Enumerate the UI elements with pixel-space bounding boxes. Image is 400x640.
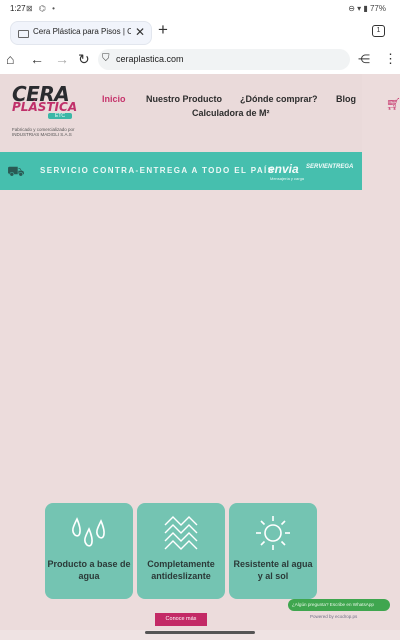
carrier-envia-logo: envia (268, 162, 299, 176)
nav-inicio[interactable]: Inicio (102, 94, 126, 104)
cart-icon[interactable]: 🛒︎ (386, 97, 400, 111)
whatsapp-powered-by: Powered by ecodrop.ps (310, 614, 358, 619)
carrier-envia-sub: Mensajería y carga (270, 176, 305, 181)
forward-icon[interactable]: → (55, 51, 69, 67)
gesture-bar[interactable] (145, 631, 255, 634)
feature-label: Resistente al agua y al sol (233, 559, 313, 581)
address-bar[interactable]: ⛉ ceraplastica.com (98, 49, 350, 70)
feature-label: Completamente antideslizante (147, 559, 215, 581)
feature-label: Producto a base de agua (47, 559, 131, 581)
whatsapp-chat-button[interactable]: ¿Algún pregunta? Escribe en WhatsApp (288, 599, 390, 611)
close-tab-icon[interactable]: ✕ (135, 25, 145, 39)
truck-icon: ⛟ (7, 163, 25, 179)
back-icon[interactable]: ← (30, 51, 44, 67)
logo-badge: ETC (48, 113, 72, 119)
tab-strip: Cera Plástica para Pisos | Colo ✕ + 1 (0, 18, 400, 46)
water-drops-icon (72, 517, 105, 547)
banner-text: SERVICIO CONTRA-ENTREGA A TODO EL PAÍS (40, 166, 275, 175)
feature-card-water: Producto a base de agua (45, 503, 133, 599)
status-indicators: ⊠ ⌬ • (26, 4, 57, 13)
status-time: 1:27 (10, 4, 26, 13)
status-bar: 1:27 ⊠ ⌬ • ⊖ ▾ ▮ 77% (0, 0, 400, 18)
grid-pattern-icon (164, 516, 198, 550)
logo-line2[interactable]: PLÁSTICA (12, 100, 77, 114)
conoce-mas-button[interactable]: Conoce más (155, 613, 207, 626)
logo-subtitle: Fabricado y comercializado por INDUSTRIA… (12, 127, 75, 137)
feature-card-sun: Resistente al agua y al sol (229, 503, 317, 599)
nav-calculadora[interactable]: Calculadora de M² (192, 108, 270, 118)
toolbar: ⌂ ← → ↻ ⛉ ceraplastica.com ⋲ ⋮ (0, 46, 400, 74)
menu-icon[interactable]: ⋮ (384, 51, 397, 67)
reload-icon[interactable]: ↻ (78, 51, 90, 68)
browser-tab[interactable]: Cera Plástica para Pisos | Colo ✕ (10, 21, 152, 45)
home-icon[interactable]: ⌂ (6, 51, 14, 67)
carrier-servientrega-logo: SERVIENTREGA (306, 164, 354, 170)
tab-title: Cera Plástica para Pisos | Colo (33, 27, 131, 36)
nav-nuestro-producto[interactable]: Nuestro Producto (146, 94, 222, 104)
sun-icon (256, 516, 290, 550)
share-icon[interactable]: ⋲ (358, 52, 370, 66)
status-right: ⊖ ▾ ▮ 77% (348, 4, 386, 13)
url-text: ceraplastica.com (116, 54, 184, 64)
tab-count-button[interactable]: 1 (372, 25, 385, 37)
new-tab-button[interactable]: + (158, 20, 168, 40)
nav-donde-comprar[interactable]: ¿Dónde comprar? (240, 94, 318, 104)
nav-blog[interactable]: Blog (336, 94, 356, 104)
site-info-icon[interactable]: ⛉ (102, 53, 110, 64)
favicon-icon (18, 30, 29, 38)
feature-card-antislip: Completamente antideslizante (137, 503, 225, 599)
